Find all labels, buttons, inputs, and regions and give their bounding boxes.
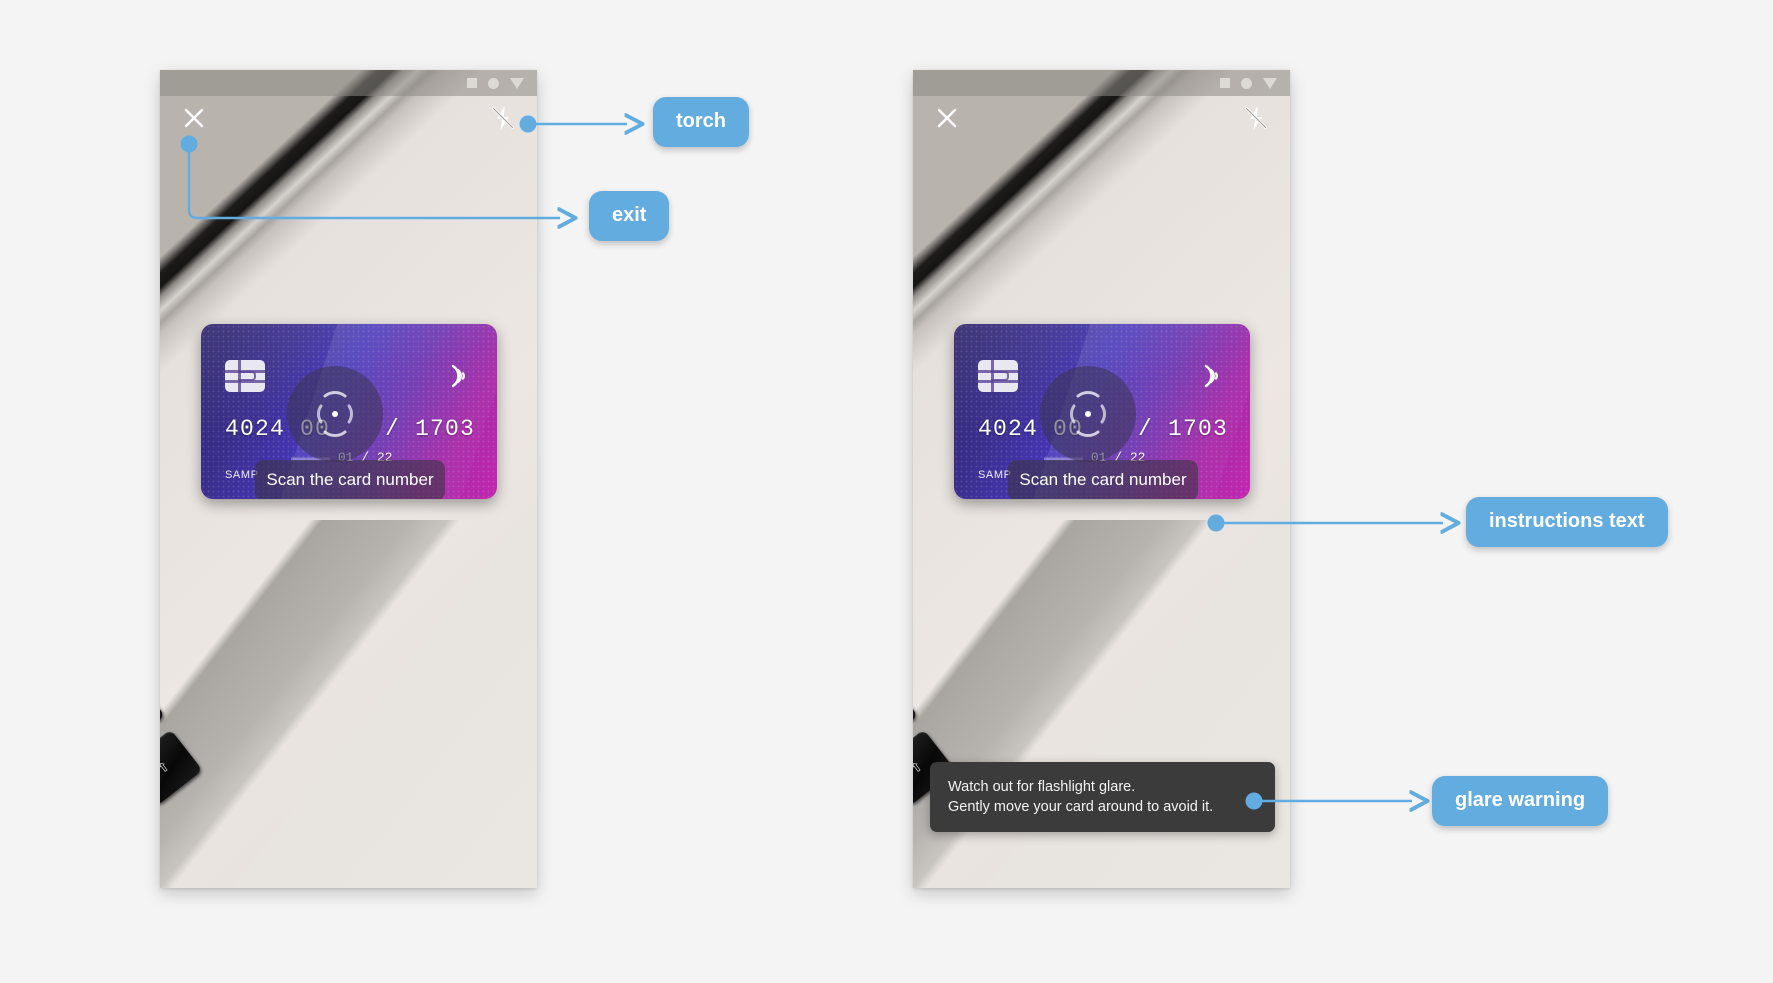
square-icon <box>1220 78 1230 88</box>
card-number-right: / 1703 <box>1137 416 1228 442</box>
card-holder-name: SAMP <box>978 469 1012 481</box>
card-holder-name: SAMP <box>225 469 259 481</box>
close-x-icon[interactable] <box>179 103 209 133</box>
contactless-icon <box>447 360 475 392</box>
triangle-down-icon <box>1263 77 1277 89</box>
status-bar-right <box>913 70 1290 96</box>
laptop-key: ⇧ <box>160 729 203 807</box>
square-icon <box>467 78 477 88</box>
flash-off-icon[interactable] <box>1241 103 1271 133</box>
instructions-text-left: Scan the card number <box>255 460 445 499</box>
instructions-text-right: Scan the card number <box>1008 460 1198 499</box>
annotation-label-torch[interactable]: torch <box>653 97 749 147</box>
scan-focus-icon <box>1040 366 1136 462</box>
circle-icon <box>1241 77 1252 89</box>
scan-focus-icon <box>287 366 383 462</box>
emv-chip-icon <box>978 360 1018 392</box>
annotated-screens-diagram: ↖ ⇧ ⇧ <box>0 0 1773 983</box>
emv-chip-icon <box>225 360 265 392</box>
phone-screen-left: ↖ ⇧ ⇧ <box>160 70 537 888</box>
contactless-icon <box>1200 360 1228 392</box>
credit-card-right: 4024 00 / 1703 ▬▬▬▬▬ 01 / 22 SAMP Scan t… <box>954 324 1250 499</box>
annotation-label-exit[interactable]: exit <box>589 191 670 241</box>
annotation-label-glare[interactable]: glare warning <box>1432 776 1609 826</box>
close-x-icon[interactable] <box>932 103 962 133</box>
annotation-label-instructions[interactable]: instructions text <box>1466 497 1668 547</box>
glare-warning-toast: Watch out for flashlight glare. Gently m… <box>930 762 1275 832</box>
credit-card-left: 4024 00 / 1703 ▬▬▬▬▬ 01 / 22 SAMP Scan t… <box>201 324 497 499</box>
glare-warning-line-1: Watch out for flashlight glare. <box>948 779 1136 795</box>
card-number-right: / 1703 <box>384 416 475 442</box>
triangle-down-icon <box>510 77 524 89</box>
flash-off-icon[interactable] <box>488 103 518 133</box>
glare-warning-line-2: Gently move your card around to avoid it… <box>948 799 1214 815</box>
circle-icon <box>488 77 499 89</box>
phone-screen-right: ↖ ⇧ ⇧ <box>913 70 1290 888</box>
status-bar-left <box>160 70 537 96</box>
